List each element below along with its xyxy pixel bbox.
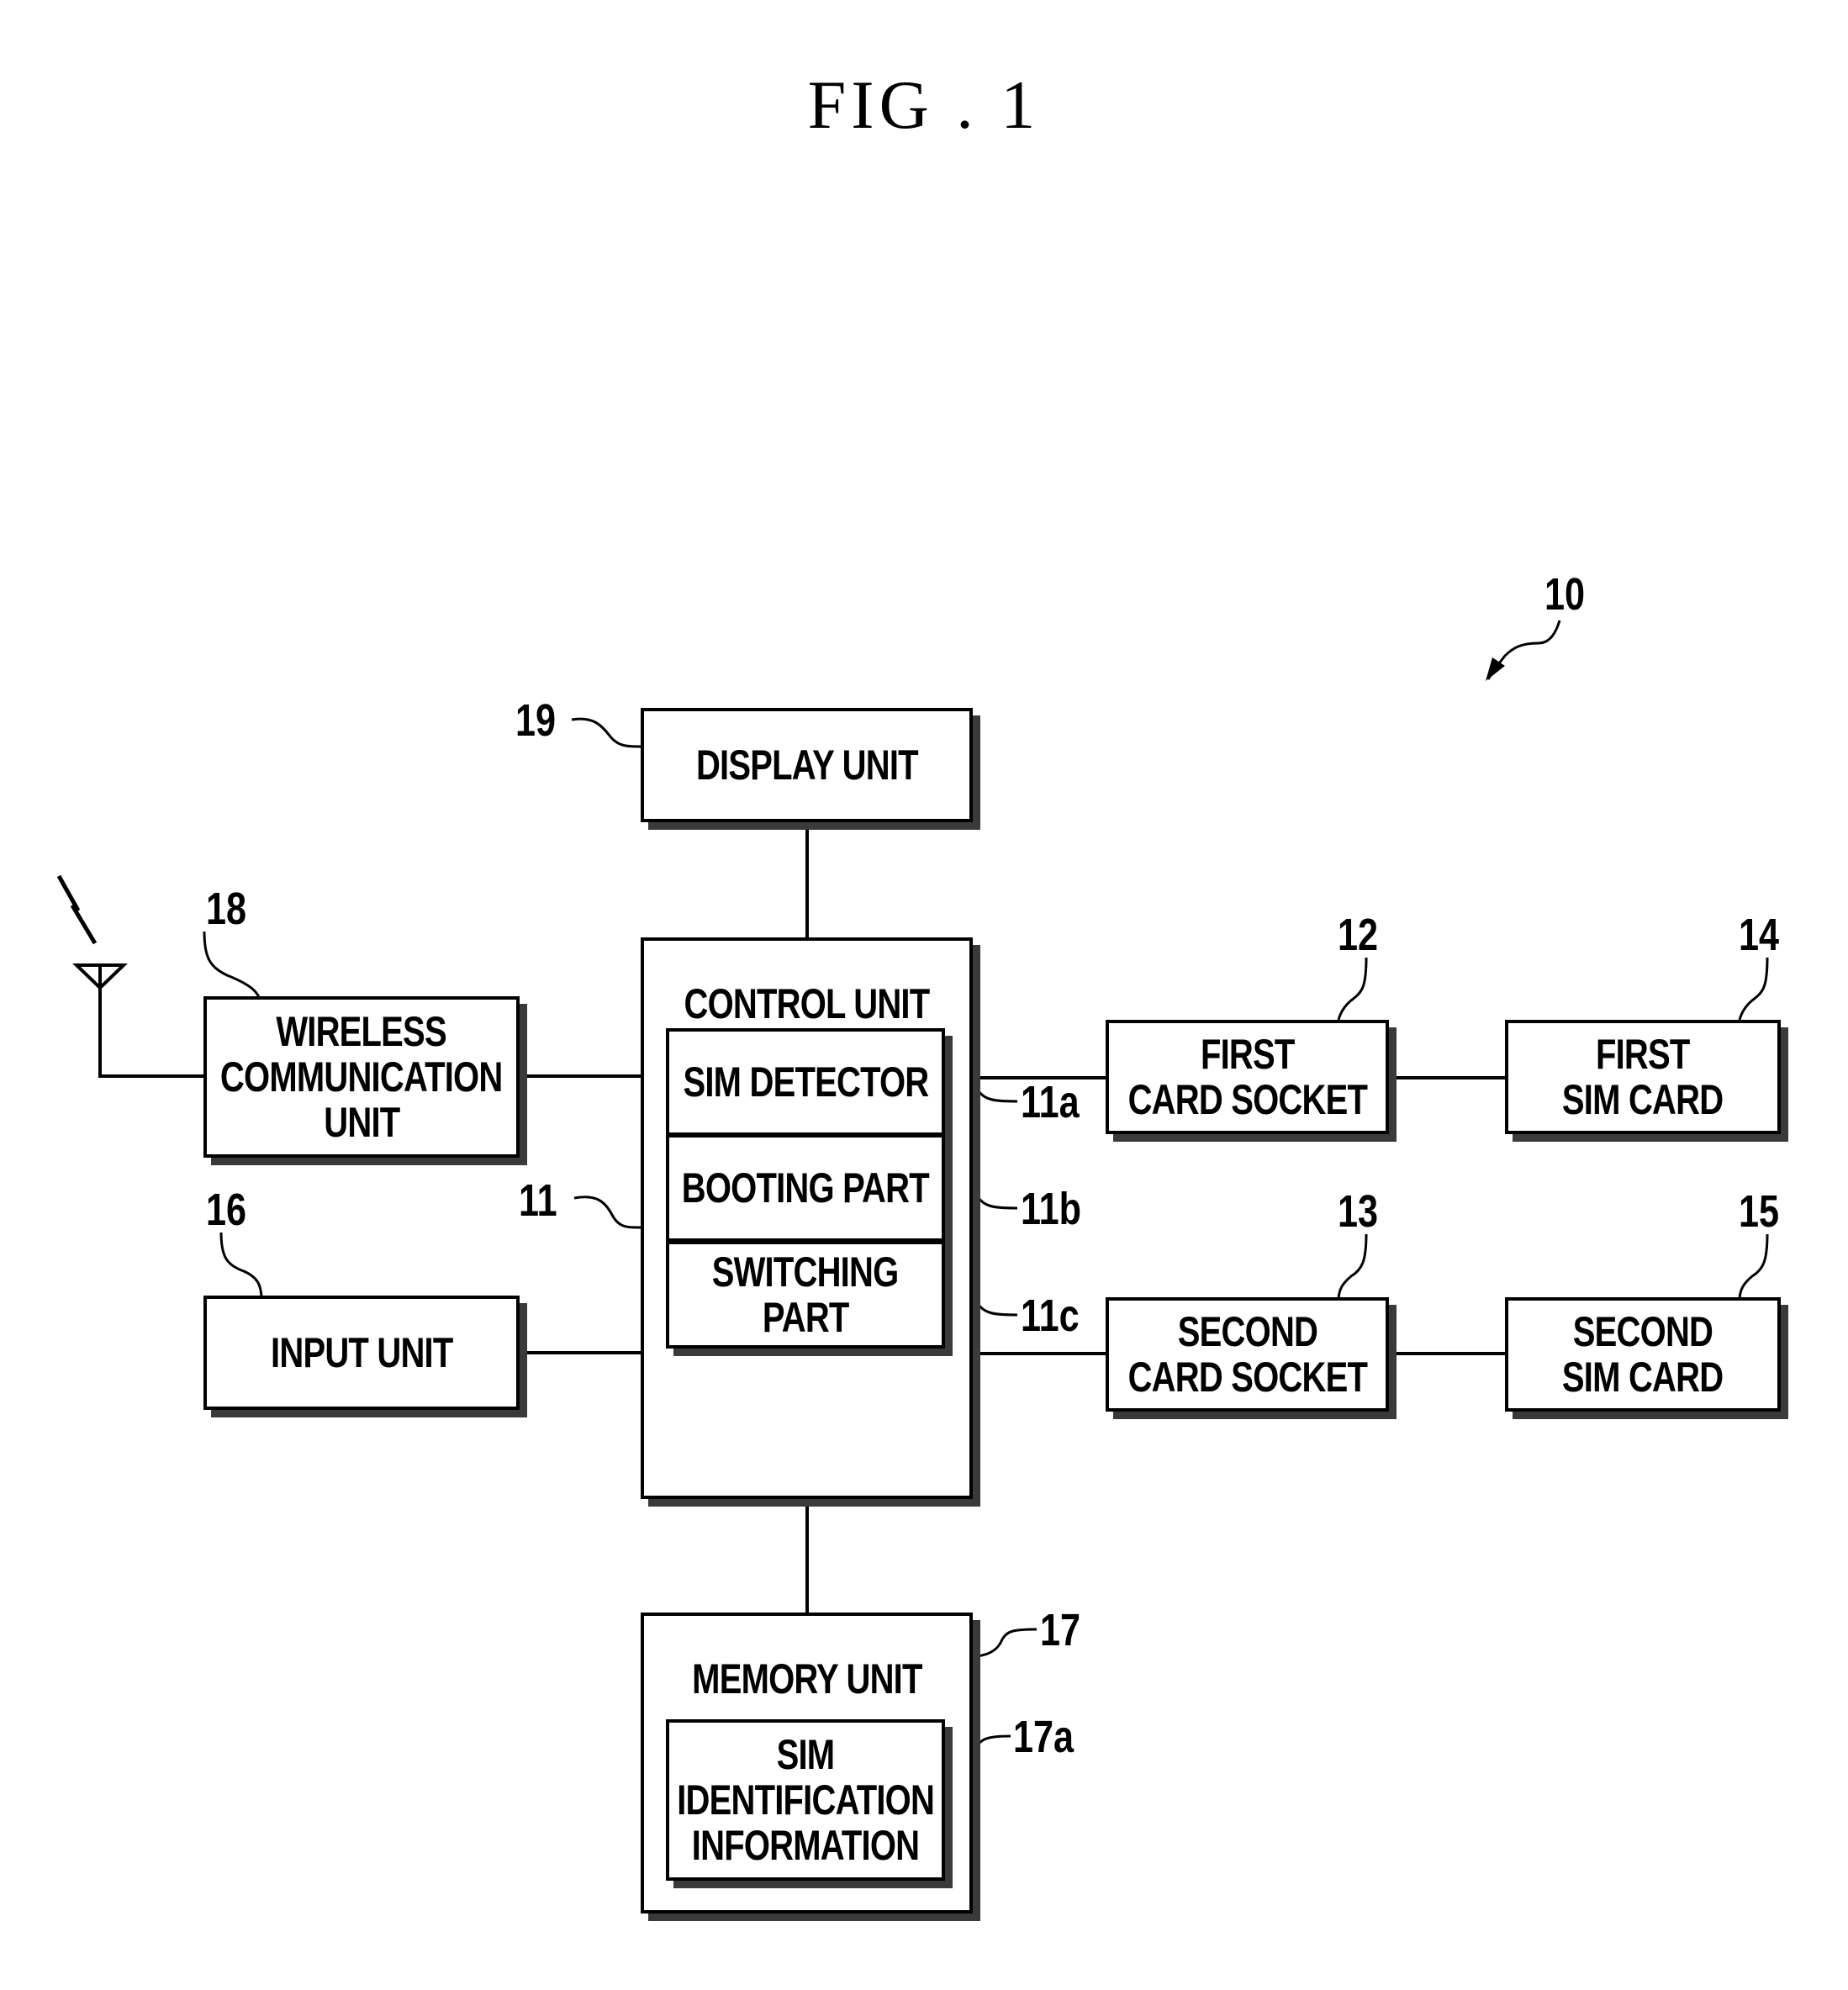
antenna-feed-line bbox=[98, 986, 203, 1078]
sim-identification-label-line-1: SIM bbox=[776, 1731, 836, 1778]
ref-first-sim-card: 14 bbox=[1739, 910, 1780, 960]
sim-detector-label: SIM DETECTOR bbox=[683, 1058, 929, 1106]
first-card-socket-label-line-1: FIRST bbox=[1200, 1031, 1295, 1078]
ref-sim-detector: 11a bbox=[1021, 1077, 1080, 1127]
switching-part-label-line-1: SWITCHING bbox=[712, 1248, 899, 1296]
first-sim-card-block: FIRST SIM CARD bbox=[1505, 1020, 1781, 1134]
antenna-icon bbox=[72, 963, 128, 990]
ref-switching-part: 11c bbox=[1021, 1291, 1080, 1341]
wireless-label-line-2: COMMUNICATION bbox=[220, 1053, 503, 1101]
leader-17 bbox=[976, 1628, 1038, 1658]
ref-sim-identification: 17a bbox=[1013, 1712, 1074, 1762]
leader-13 bbox=[1337, 1233, 1368, 1299]
first-sim-card-label-line-1: FIRST bbox=[1596, 1031, 1690, 1078]
leader-14 bbox=[1738, 957, 1769, 1021]
lightning-signal-icon bbox=[56, 874, 98, 945]
wireless-label-line-3: UNIT bbox=[323, 1099, 400, 1146]
wireless-label-line-1: WIRELESS bbox=[276, 1008, 447, 1055]
ref-second-sim-card: 15 bbox=[1739, 1186, 1780, 1237]
input-unit-block: INPUT UNIT bbox=[203, 1296, 520, 1410]
leader-16 bbox=[219, 1232, 263, 1297]
second-card-socket-label-line-1: SECOND bbox=[1177, 1308, 1317, 1355]
ref-first-card-socket: 12 bbox=[1338, 910, 1379, 960]
display-unit-block: DISPLAY UNIT bbox=[641, 708, 973, 822]
second-card-socket-block: SECOND CARD SOCKET bbox=[1106, 1297, 1389, 1412]
ref-wireless-unit: 18 bbox=[206, 884, 247, 934]
sim-identification-information-block: SIM IDENTIFICATION INFORMATION bbox=[666, 1719, 945, 1881]
ref-control-unit: 11 bbox=[519, 1175, 557, 1226]
wireless-communication-unit-block: WIRELESS COMMUNICATION UNIT bbox=[203, 996, 520, 1158]
ref-booting-part: 11b bbox=[1021, 1184, 1082, 1234]
ref-second-card-socket: 13 bbox=[1338, 1186, 1379, 1237]
switching-part-label-line-2: PART bbox=[762, 1294, 850, 1341]
first-card-socket-label-line-2: CARD SOCKET bbox=[1127, 1076, 1367, 1123]
second-sim-card-label-line-2: SIM CARD bbox=[1562, 1354, 1724, 1401]
booting-part-label: BOOTING PART bbox=[681, 1164, 930, 1211]
leader-12 bbox=[1337, 957, 1368, 1021]
control-unit-label: CONTROL UNIT bbox=[684, 980, 931, 1027]
booting-part-block: BOOTING PART bbox=[666, 1134, 945, 1242]
ref-device: 10 bbox=[1544, 569, 1586, 620]
sim-identification-label-line-3: INFORMATION bbox=[691, 1822, 920, 1869]
sim-identification-label-line-2: IDENTIFICATION bbox=[677, 1776, 935, 1824]
switching-part-block: SWITCHING PART bbox=[666, 1241, 945, 1349]
ref-display-unit: 19 bbox=[515, 695, 557, 746]
first-sim-card-label-line-2: SIM CARD bbox=[1562, 1076, 1724, 1123]
sim-detector-block: SIM DETECTOR bbox=[666, 1028, 945, 1136]
input-unit-label: INPUT UNIT bbox=[270, 1329, 453, 1376]
second-card-socket-label-line-2: CARD SOCKET bbox=[1127, 1354, 1367, 1401]
leader-18 bbox=[203, 931, 261, 998]
ref-memory-unit: 17 bbox=[1040, 1605, 1081, 1655]
ref-input-unit: 16 bbox=[206, 1185, 247, 1235]
memory-unit-label: MEMORY UNIT bbox=[691, 1655, 922, 1702]
second-sim-card-label-line-1: SECOND bbox=[1572, 1308, 1713, 1355]
leader-19 bbox=[571, 717, 644, 748]
display-unit-label: DISPLAY UNIT bbox=[695, 742, 919, 789]
second-sim-card-block: SECOND SIM CARD bbox=[1505, 1297, 1781, 1412]
leader-15 bbox=[1738, 1233, 1769, 1299]
leader-11 bbox=[573, 1196, 642, 1229]
first-card-socket-block: FIRST CARD SOCKET bbox=[1106, 1020, 1389, 1134]
